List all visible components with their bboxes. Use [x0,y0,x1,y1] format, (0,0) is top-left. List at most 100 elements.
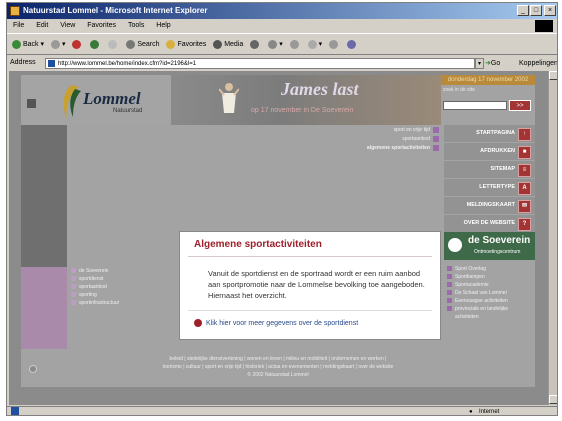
activity-link[interactable]: Sportacademie [447,281,508,289]
menu-file[interactable]: File [13,22,24,29]
left-nav-item[interactable]: sportinfrastructuur [71,299,119,307]
history-icon [250,39,260,49]
scroll-up-icon[interactable] [549,71,557,80]
soeverein-banner[interactable]: de Soeverein Ontmoetingscentrum [444,232,535,260]
popup-divider [188,256,432,257]
nav-startpagina[interactable]: STARTPAGINA ↑ [444,125,535,143]
go-button[interactable]: ➜Go [485,57,500,70]
stop-icon [72,39,82,49]
link-bullet-icon [194,319,202,328]
breadcrumb-item[interactable]: sport en vrije tijd [211,126,439,135]
menu-help[interactable]: Help [156,22,170,29]
menu-favorites[interactable]: Favorites [87,22,116,29]
home-arrow-icon: ↑ [518,128,531,141]
popup-more-link[interactable]: Klik hier voor meer gegevens over de spo… [194,319,358,329]
search-button[interactable]: Search [126,34,160,56]
font-size-icon: A [518,182,531,195]
activity-link[interactable]: Sportkampen [447,273,508,281]
breadcrumb-item[interactable]: sportaanbod [211,135,439,144]
popup-body: Vanuit de sportdienst en de sportraad wo… [208,269,425,300]
maximize-button[interactable]: □ [530,5,542,16]
left-nav-item[interactable]: de Soeverein [71,267,119,275]
print-small-icon[interactable] [27,99,36,108]
footer-links-1[interactable]: beleid | stedelijke dienstverlening | wo… [21,355,535,363]
site-search-input[interactable] [443,101,507,110]
bullet-icon [71,268,76,274]
vertical-scrollbar[interactable] [548,71,557,405]
edit-button[interactable]: ▾ [307,34,322,56]
menu-tools[interactable]: Tools [128,22,144,29]
left-nav: de Soeverein sportdienst sportaanbod spo… [71,267,119,307]
favorites-button[interactable]: Favorites [166,34,206,56]
activity-link[interactable]: provinciale en landelijke [447,305,508,313]
print-icon: ■ [518,146,531,159]
refresh-icon [90,39,100,49]
nav-over-de-website[interactable]: OVER DE WEBSITE? [444,215,535,233]
activity-links: Sport Overlag Sportkampen Sportacademie … [447,265,508,321]
activity-link[interactable]: Eeenzaagse activiteiten [447,297,508,305]
bullet-icon [447,274,452,280]
event-banner[interactable]: James last op 17 november in De Soeverei… [171,75,441,125]
close-button[interactable]: × [544,5,556,16]
print-button[interactable] [289,34,301,56]
info-popup: Algemene sportactiviteiten Vanuit de spo… [179,231,441,340]
banner-subtitle: op 17 november in De Soeverein [251,107,354,114]
status-bar: ● Internet [7,406,557,415]
mail-button[interactable]: ▾ [268,34,283,56]
messenger-icon [347,39,357,49]
address-input[interactable]: http://www.lommel.be/home/index.cfm?id=2… [45,58,475,69]
left-nav-item[interactable]: sportaanbod [71,283,119,291]
address-dropdown-icon[interactable]: ▾ [475,58,484,69]
discuss-icon [329,39,339,49]
left-column [21,125,67,267]
soeverein-subtitle: Ontmoetingscentrum [474,249,521,255]
performer-image [218,81,240,115]
refresh-button[interactable] [90,34,101,56]
left-nav-item[interactable]: sporting [71,291,119,299]
forward-button[interactable]: ▾ [50,34,66,56]
page-status-icon [11,407,19,415]
nav-afdrukken[interactable]: AFDRUKKEN ■ [444,143,535,161]
footer-links-2[interactable]: toerisme | cultuur | sport en vrije tijd… [21,363,535,371]
back-button[interactable]: Back ▾ [12,34,44,56]
logo-subtitle: Natuurstad [113,108,143,114]
site-search-button[interactable]: >> [509,100,531,111]
activity-link[interactable]: Sport Overlag [447,265,508,273]
mail-icon [268,39,278,49]
menu-view[interactable]: View [60,22,75,29]
footer: beleid | stedelijke dienstverlening | wo… [21,355,535,379]
bullet-icon [447,266,452,272]
menu-bar: File Edit View Favorites Tools Help [7,19,557,32]
info-icon: ? [518,218,531,231]
right-nav: STARTPAGINA ↑ AFDRUKKEN ■ SITEMAP ≡ LETTERT… [444,125,535,233]
media-button[interactable]: Media [213,34,243,56]
window-title: Natuurstad Lommel - Microsoft Internet E… [23,6,208,15]
history-button[interactable] [250,34,261,56]
soeverein-title: de Soeverein [468,235,531,246]
discuss-button[interactable] [329,34,340,56]
zone-label: Internet [479,409,500,415]
home-button[interactable] [108,34,119,56]
page-viewport: Lommel Natuurstad James last op 17 novem… [9,71,548,405]
stop-button[interactable] [72,34,83,56]
left-nav-item[interactable]: sportdienst [71,275,119,283]
logo-text[interactable]: Lommel [83,89,141,109]
windows-logo-icon [535,20,553,32]
scroll-down-icon[interactable] [549,395,557,404]
nav-sitemap[interactable]: SITEMAP ≡ [444,161,535,179]
lommel-logo-icon [57,83,83,121]
activity-link[interactable]: De Schaal van Lommel [447,289,508,297]
messenger-button[interactable] [347,34,358,56]
nav-lettertype[interactable]: LETTERTYPE A [444,179,535,197]
menu-edit[interactable]: Edit [36,22,48,29]
bullet-icon [447,298,452,304]
nav-meldingskaart[interactable]: MELDINGSKAART ✉ [444,197,535,215]
links-button[interactable]: Koppelingen [519,57,557,70]
forward-arrow-icon [50,39,60,49]
date-bar: donderdag 17 november 2002 [441,75,535,85]
search-label: zoek in de site [443,87,475,93]
bullet-icon [433,135,439,142]
bullet-icon [447,306,452,312]
activity-link[interactable]: activiteiten [447,313,508,321]
minimize-button[interactable]: _ [517,5,529,16]
